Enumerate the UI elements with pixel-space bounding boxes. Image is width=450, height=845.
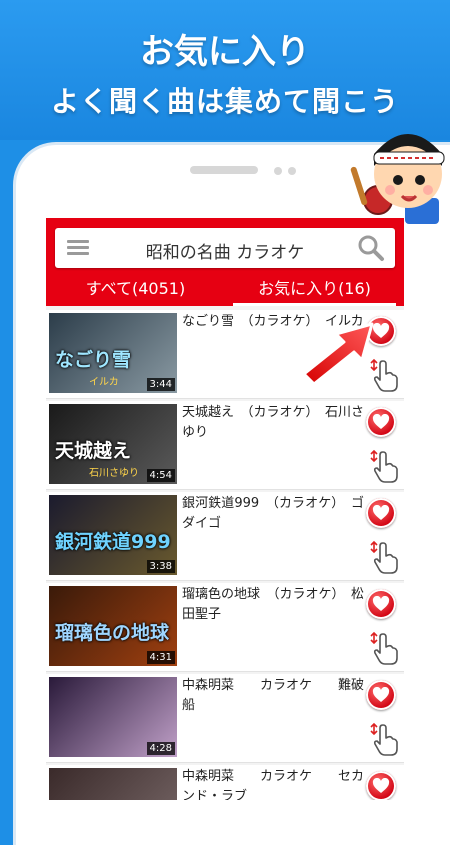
phone-camera-dot [274,167,282,175]
favorite-heart-icon[interactable] [366,589,396,619]
phone-speaker [190,166,258,174]
list-item[interactable]: 天城越え 石川さゆり 4:54 天城越え （カラオケ） 石川さゆり [46,401,404,490]
thumbnail-subcaption: イルカ [89,377,119,388]
video-thumbnail[interactable]: 瑠璃色の地球 4:31 [49,586,177,666]
red-arrow-icon [302,322,374,384]
favorite-heart-icon[interactable] [366,498,396,528]
video-duration: 4:54 [146,469,175,482]
video-duration: 3:38 [146,560,175,573]
favorite-heart-icon[interactable] [366,407,396,437]
video-thumbnail[interactable]: 4:28 [49,677,177,757]
video-thumbnail[interactable]: 天城越え 石川さゆり 4:54 [49,404,177,484]
list-item[interactable]: 瑠璃色の地球 4:31 瑠璃色の地球 （カラオケ） 松田聖子 [46,583,404,672]
song-title[interactable]: 中森明菜 カラオケ セカンド・ラブ [182,767,364,800]
tab-bar: すべて(4051) お気に入り(16) [46,274,404,306]
app-screen: 昭和の名曲 カラオケ すべて(4051) お気に入り(16) なごり雪 イルカ … [46,218,404,800]
thumbnail-caption: なごり雪 [55,349,132,371]
video-duration: 4:28 [146,742,175,755]
thumbnail-subcaption: 石川さゆり [89,468,139,479]
song-title[interactable]: 中森明菜 カラオケ 難破船 [182,676,364,716]
song-title[interactable]: 瑠璃色の地球 （カラオケ） 松田聖子 [182,585,364,625]
favorite-heart-icon[interactable] [366,771,396,800]
video-thumbnail[interactable] [49,768,177,800]
hamburger-menu-icon[interactable] [67,240,89,256]
video-duration: 3:44 [146,378,175,391]
tab-all[interactable]: すべて(4051) [46,274,225,306]
app-title: 昭和の名曲 カラオケ [145,243,305,263]
search-icon[interactable] [357,234,385,262]
list-item[interactable]: 銀河鉄道999 3:38 銀河鉄道999 （カラオケ） ゴダイゴ [46,492,404,581]
phone-camera-dot [288,167,296,175]
hand-drag-icon[interactable] [366,720,400,756]
favorite-heart-icon[interactable] [366,680,396,710]
thumbnail-caption: 瑠璃色の地球 [55,622,170,644]
hand-drag-icon[interactable] [366,629,400,665]
hand-drag-icon[interactable] [366,538,400,574]
tab-favorites[interactable]: お気に入り(16) [225,274,404,306]
list-item[interactable]: 中森明菜 カラオケ セカンド・ラブ [46,765,404,800]
promo-headline: お気に入り [140,32,310,72]
video-thumbnail[interactable]: 銀河鉄道999 3:38 [49,495,177,575]
song-title[interactable]: 天城越え （カラオケ） 石川さゆり [182,403,364,443]
hand-drag-icon[interactable] [366,447,400,483]
promo-subheadline: よく聞く曲は集めて聞こう [50,85,399,118]
thumbnail-caption: 銀河鉄道999 [55,531,171,553]
mascot-illustration [350,134,445,224]
search-bar[interactable]: 昭和の名曲 カラオケ [55,228,395,268]
video-thumbnail[interactable]: なごり雪 イルカ 3:44 [49,313,177,393]
thumbnail-caption: 天城越え [55,440,132,462]
list-item[interactable]: 4:28 中森明菜 カラオケ 難破船 [46,674,404,763]
app-toolbar: 昭和の名曲 カラオケ すべて(4051) お気に入り(16) [46,218,404,306]
song-title[interactable]: 銀河鉄道999 （カラオケ） ゴダイゴ [182,494,364,534]
video-duration: 4:31 [146,651,175,664]
